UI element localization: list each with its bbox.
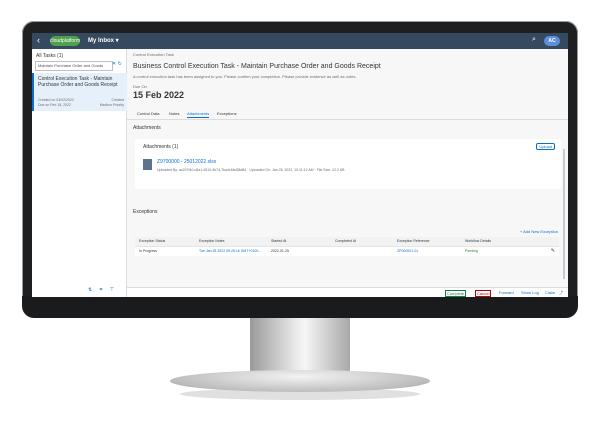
master-list: All Tasks (1) Maintain Purchase Order an… [32, 49, 128, 297]
user-avatar[interactable]: AC [544, 36, 560, 46]
clear-refresh-icons[interactable]: ✕ ↻ [112, 61, 122, 67]
col-header: Workflow Details [465, 239, 491, 243]
list-item-title: Control Execution Task - Maintain Purcha… [38, 76, 118, 88]
cell-notes[interactable]: Tue Jan 25 2022 09:25:16 GMT+0100... [199, 249, 261, 253]
table-header: Exception Status Exception Notes Started… [135, 237, 559, 247]
page-subtitle: A control execution task has been assign… [133, 74, 357, 79]
col-header: Completed At [335, 239, 357, 243]
back-arrow-icon[interactable]: ‹ [37, 35, 40, 45]
exceptions-section-title: Exceptions [133, 209, 158, 215]
page-title: Business Control Execution Task - Mainta… [133, 63, 381, 70]
scrollbar[interactable] [563, 149, 565, 279]
show-log-button[interactable]: Show Log [521, 290, 539, 295]
search-input[interactable]: Maintain Purchase Order and Goods [35, 61, 113, 71]
list-item-created: Created on 03/02/2022 [38, 98, 74, 102]
attachment-metadata: Uploaded By: ac207f40-c8a1-4810-9b74-7ba… [157, 168, 345, 172]
col-header: Exception Reference [397, 239, 430, 243]
shell-bar: ‹ cloudplatform My Inbox ▾ ⌕ AC [32, 33, 568, 49]
tab-notes[interactable]: Notes [169, 111, 179, 116]
master-list-header: All Tasks (1) [36, 53, 64, 59]
search-icon[interactable]: ⌕ [532, 36, 536, 44]
list-item[interactable]: Control Execution Task - Maintain Purcha… [32, 73, 128, 111]
monitor-stand-base [170, 370, 430, 392]
tab-attachments[interactable]: Attachments [187, 111, 210, 118]
forward-button[interactable]: Forward [499, 290, 514, 295]
detail-pane: Control Execution Task Business Control … [127, 49, 568, 297]
claim-button[interactable]: Claim [545, 290, 555, 295]
list-item-status: Created [111, 98, 124, 102]
col-header: Exception Notes [199, 239, 225, 243]
app-title-menu[interactable]: My Inbox ▾ [88, 37, 119, 44]
tab-bar: Control Data Notes Attachments Exception… [127, 109, 568, 120]
due-date: 15 Feb 2022 [133, 90, 185, 100]
cell-status: In Progress [139, 249, 157, 253]
attachment-file-link[interactable]: Z9700000 - 25012022.xlsx [157, 159, 216, 165]
tab-exceptions[interactable]: Exceptions [217, 111, 237, 116]
sort-filter-group-icons[interactable]: ⇅ ⌗ ⊤ [88, 287, 117, 293]
attachments-section-title: Attachments [133, 125, 161, 131]
monitor-chin [22, 296, 578, 318]
list-item-priority: Medium Priority [99, 103, 124, 107]
complete-button[interactable]: Complete [445, 290, 467, 297]
edit-pencil-icon[interactable]: ✎ [551, 248, 555, 254]
cell-reference[interactable]: ZP000001-01 [397, 249, 418, 253]
attachments-count: Attachments (1) [143, 144, 179, 150]
footer-toolbar: Complete Cancel Forward Show Log Claim ⤴ [127, 287, 568, 297]
monitor-stand-neck [250, 318, 350, 376]
cell-started: 2022-01-25 [271, 249, 289, 253]
excel-file-icon [143, 159, 152, 170]
cancel-button[interactable]: Cancel [475, 290, 492, 297]
table-row[interactable]: In Progress Tue Jan 25 2022 09:25:16 GMT… [135, 247, 559, 256]
list-item-due: Due on Feb 15, 2022 [38, 103, 71, 107]
due-label: Due On [133, 84, 147, 89]
add-exception-button[interactable]: + Add New Exception [520, 229, 558, 234]
breadcrumb: Control Execution Task [133, 52, 174, 57]
upload-button[interactable]: Upload [536, 143, 555, 150]
col-header: Started At [271, 239, 287, 243]
attachments-panel: Attachments (1) Upload Z9700000 - 250120… [135, 139, 561, 189]
col-header: Exception Status [139, 239, 166, 243]
cell-workflow: Pending [465, 249, 478, 253]
share-icon[interactable]: ⤴ [559, 290, 563, 296]
tab-control-data[interactable]: Control Data [137, 111, 159, 116]
company-logo: cloudplatform [50, 36, 81, 46]
app-screen: ‹ cloudplatform My Inbox ▾ ⌕ AC All Task… [32, 33, 568, 297]
